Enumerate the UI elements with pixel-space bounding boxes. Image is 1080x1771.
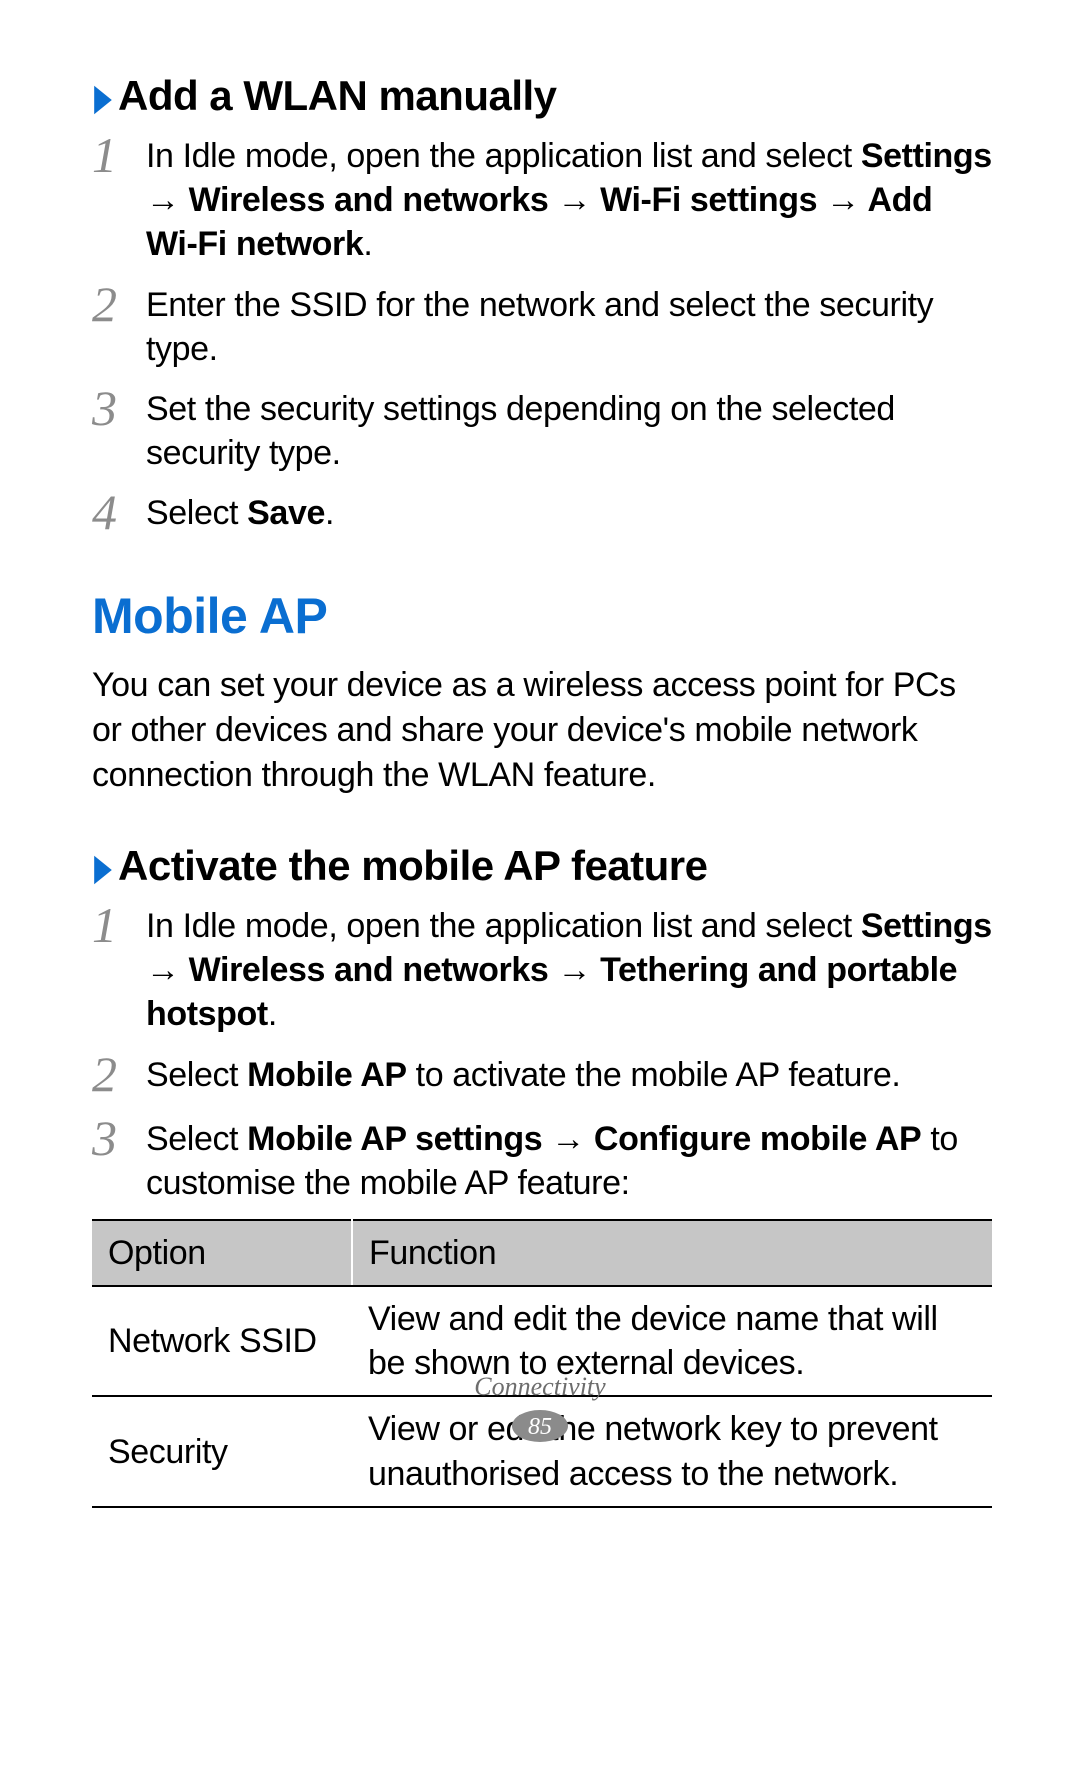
step-text-pre: In Idle mode, open the application list … [146, 907, 861, 945]
step: 3 Set the security settings depending on… [92, 385, 992, 475]
mobile-ap-options-table: Option Function Network SSID View and ed… [92, 1219, 992, 1508]
step-number: 1 [92, 130, 146, 180]
subheading-add-wlan: Add a WLAN manually [92, 72, 992, 120]
step-text-bold: Mobile AP [247, 1056, 406, 1094]
footer-category: Connectivity [0, 1372, 1080, 1402]
steps-activate-ap: 1 In Idle mode, open the application lis… [92, 902, 992, 1205]
table-header-function: Function [352, 1220, 992, 1286]
table-header-row: Option Function [92, 1220, 992, 1286]
step-text-bold: Save [247, 494, 325, 532]
subheading-add-wlan-text: Add a WLAN manually [118, 72, 557, 120]
step-text-bold: Mobile AP settings → Configure mobile AP [247, 1120, 921, 1158]
step-text-pre: Select [146, 1056, 247, 1094]
steps-add-wlan: 1 In Idle mode, open the application lis… [92, 132, 992, 539]
chevron-right-icon [92, 849, 114, 883]
step-body: Set the security settings depending on t… [146, 385, 992, 475]
step: 1 In Idle mode, open the application lis… [92, 132, 992, 267]
step-number: 2 [92, 1049, 146, 1099]
step-number: 2 [92, 279, 146, 329]
subheading-activate-ap-text: Activate the mobile AP feature [118, 842, 708, 890]
step-body: In Idle mode, open the application list … [146, 132, 992, 267]
mobile-ap-intro: You can set your device as a wireless ac… [92, 663, 992, 798]
step-text-pre: Enter the SSID for the network and selec… [146, 286, 933, 368]
step-number: 1 [92, 900, 146, 950]
page-footer: Connectivity 85 [0, 1372, 1080, 1444]
step-text-pre: In Idle mode, open the application list … [146, 137, 861, 175]
step: 1 In Idle mode, open the application lis… [92, 902, 992, 1037]
step-text-pre: Set the security settings depending on t… [146, 390, 895, 472]
step-body: Select Save. [146, 489, 992, 535]
step-number: 3 [92, 1113, 146, 1163]
heading-mobile-ap: Mobile AP [92, 587, 992, 645]
step-text-pre: Select [146, 494, 247, 532]
step: 2 Select Mobile AP to activate the mobil… [92, 1051, 992, 1101]
step-number: 4 [92, 487, 146, 537]
step-body: Select Mobile AP to activate the mobile … [146, 1051, 992, 1097]
chevron-right-icon [92, 79, 114, 113]
step-body: In Idle mode, open the application list … [146, 902, 992, 1037]
step-number: 3 [92, 383, 146, 433]
page-number: 85 [510, 1414, 570, 1441]
subheading-activate-ap: Activate the mobile AP feature [92, 842, 992, 890]
step: 4 Select Save. [92, 489, 992, 539]
step: 3 Select Mobile AP settings → Configure … [92, 1115, 992, 1205]
step-text-post: . [268, 995, 277, 1033]
page-container: Add a WLAN manually 1 In Idle mode, open… [0, 0, 1080, 1508]
page-number-badge: 85 [510, 1408, 570, 1444]
step-text-pre: Select [146, 1120, 247, 1158]
step-body: Select Mobile AP settings → Configure mo… [146, 1115, 992, 1205]
table-header-option: Option [92, 1220, 352, 1286]
step-text-post: . [363, 225, 372, 263]
step: 2 Enter the SSID for the network and sel… [92, 281, 992, 371]
step-body: Enter the SSID for the network and selec… [146, 281, 992, 371]
step-text-post: . [325, 494, 334, 532]
step-text-post: to activate the mobile AP feature. [407, 1056, 901, 1094]
